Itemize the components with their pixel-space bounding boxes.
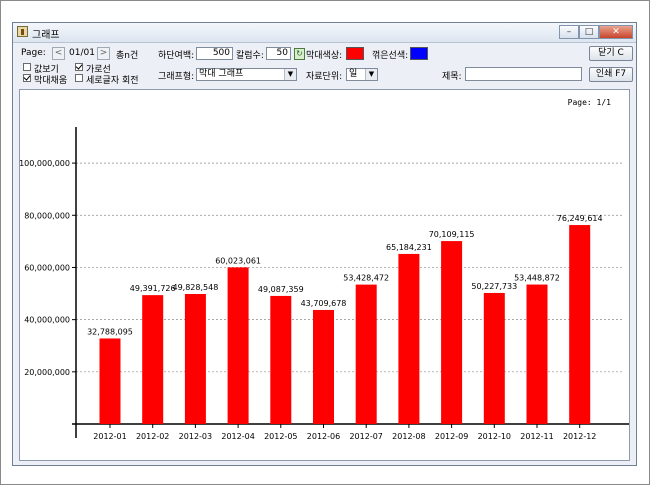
title-input[interactable] bbox=[465, 67, 582, 81]
y-tick-label: 100,000,000 bbox=[20, 159, 70, 168]
bar-value-label: 32,788,095 bbox=[87, 327, 133, 336]
bar bbox=[313, 309, 334, 424]
bar-value-label: 53,428,472 bbox=[343, 274, 389, 283]
bar-value-label: 53,448,872 bbox=[514, 274, 560, 283]
print-button[interactable]: 인쇄 F7 bbox=[589, 67, 633, 82]
graph-type-select[interactable]: 막대 그래프 ▼ bbox=[196, 68, 297, 81]
bar-chart: 20,000,000 40,000,000 60,000,000 80,000,000… bbox=[20, 127, 629, 441]
bar bbox=[441, 241, 463, 424]
bottom-margin-label: 하단여백: bbox=[158, 51, 195, 61]
bar bbox=[526, 284, 548, 424]
x-tick-label: 2012-03 bbox=[179, 432, 212, 441]
x-tick-label: 2012-09 bbox=[435, 432, 468, 441]
y-tick-label: 80,000,000 bbox=[24, 211, 70, 220]
y-tick-label: 20,000,000 bbox=[24, 368, 70, 377]
chart-panel: Page: 1/1 20,000,000 40,000,000 60,000,000… bbox=[19, 89, 630, 461]
bar-value-label: 70,109,115 bbox=[429, 230, 475, 239]
page-value: 01/01 bbox=[69, 48, 95, 58]
rotate-text-checkbox[interactable] bbox=[75, 74, 83, 82]
bar-color-swatch[interactable] bbox=[346, 47, 364, 60]
column-count-input[interactable]: 50 bbox=[266, 47, 291, 60]
rotate-text-label: 세로글자 회전 bbox=[86, 76, 139, 86]
graph-window: 그래프 – □ ✕ Page: < 01/01 > 총n건 하단여백: 500 … bbox=[12, 22, 637, 466]
chevron-down-icon: ▼ bbox=[284, 69, 296, 80]
window-controls: – □ ✕ bbox=[559, 25, 633, 39]
y-tick-label: 60,000,000 bbox=[24, 263, 70, 272]
line-color-swatch[interactable] bbox=[410, 47, 428, 60]
show-value-checkbox[interactable] bbox=[23, 63, 31, 71]
x-tick-label: 2012-07 bbox=[349, 432, 382, 441]
graph-type-label: 그래프형: bbox=[158, 72, 195, 82]
data-unit-label: 자료단위: bbox=[306, 72, 343, 82]
gridline-checkbox[interactable] bbox=[75, 63, 83, 71]
bar-value-label: 60,023,061 bbox=[215, 256, 261, 265]
screenshot-frame: 그래프 – □ ✕ Page: < 01/01 > 총n건 하단여백: 500 … bbox=[0, 0, 650, 485]
title-bar[interactable]: 그래프 – □ ✕ bbox=[13, 23, 636, 43]
next-page-button[interactable]: > bbox=[97, 47, 110, 60]
prev-page-button[interactable]: < bbox=[52, 47, 65, 60]
bar-value-label: 49,391,726 bbox=[130, 284, 176, 293]
y-tick-label: 40,000,000 bbox=[24, 316, 70, 325]
bar-value-label: 49,828,548 bbox=[172, 283, 218, 292]
close-icon[interactable]: ✕ bbox=[599, 25, 633, 39]
app-icon bbox=[17, 26, 28, 37]
x-tick-label: 2012-12 bbox=[563, 432, 596, 441]
bar-fill-label: 막대채움 bbox=[34, 76, 68, 86]
bar bbox=[227, 267, 249, 424]
maximize-icon[interactable]: □ bbox=[579, 25, 599, 39]
page-label: Page: bbox=[21, 48, 46, 58]
bar-value-label: 50,227,733 bbox=[471, 282, 517, 291]
x-tick-label: 2012-06 bbox=[307, 432, 340, 441]
x-tick-label: 2012-05 bbox=[264, 432, 297, 441]
x-tick-label: 2012-08 bbox=[392, 432, 425, 441]
bar bbox=[270, 295, 292, 424]
total-count: 총n건 bbox=[116, 51, 139, 61]
bottom-margin-input[interactable]: 500 bbox=[196, 47, 233, 60]
bar-value-label: 76,249,614 bbox=[557, 214, 603, 223]
minimize-icon[interactable]: – bbox=[559, 25, 579, 39]
bar bbox=[184, 293, 206, 424]
chevron-down-icon: ▼ bbox=[365, 69, 377, 80]
bar bbox=[355, 284, 377, 424]
x-tick-label: 2012-01 bbox=[93, 432, 126, 441]
bar-fill-checkbox[interactable] bbox=[23, 74, 31, 82]
x-tick-label: 2012-02 bbox=[136, 432, 169, 441]
data-unit-value: 일 bbox=[349, 69, 358, 79]
graph-type-value: 막대 그래프 bbox=[199, 69, 244, 79]
x-tick-label: 2012-04 bbox=[221, 432, 254, 441]
line-color-label: 꺾은선색: bbox=[372, 51, 409, 61]
x-tick-label: 2012-11 bbox=[520, 432, 553, 441]
bar bbox=[398, 253, 420, 424]
bar-value-label: 49,087,359 bbox=[258, 285, 304, 294]
close-button[interactable]: 닫기 C bbox=[589, 46, 633, 61]
bar-value-label: 43,709,678 bbox=[301, 299, 347, 308]
refresh-icon[interactable]: ↻ bbox=[294, 48, 305, 60]
bar-color-label: 막대색상: bbox=[306, 51, 343, 61]
bar bbox=[569, 225, 591, 424]
data-unit-select[interactable]: 일 ▼ bbox=[346, 68, 378, 81]
title-label: 제목: bbox=[442, 72, 462, 82]
bar-value-label: 65,184,231 bbox=[386, 243, 432, 252]
bar bbox=[99, 338, 121, 424]
bar bbox=[142, 295, 164, 424]
window-title: 그래프 bbox=[32, 30, 60, 41]
x-tick-label: 2012-10 bbox=[478, 432, 511, 441]
column-count-label: 칼럼수: bbox=[236, 51, 264, 61]
bar bbox=[483, 292, 505, 424]
